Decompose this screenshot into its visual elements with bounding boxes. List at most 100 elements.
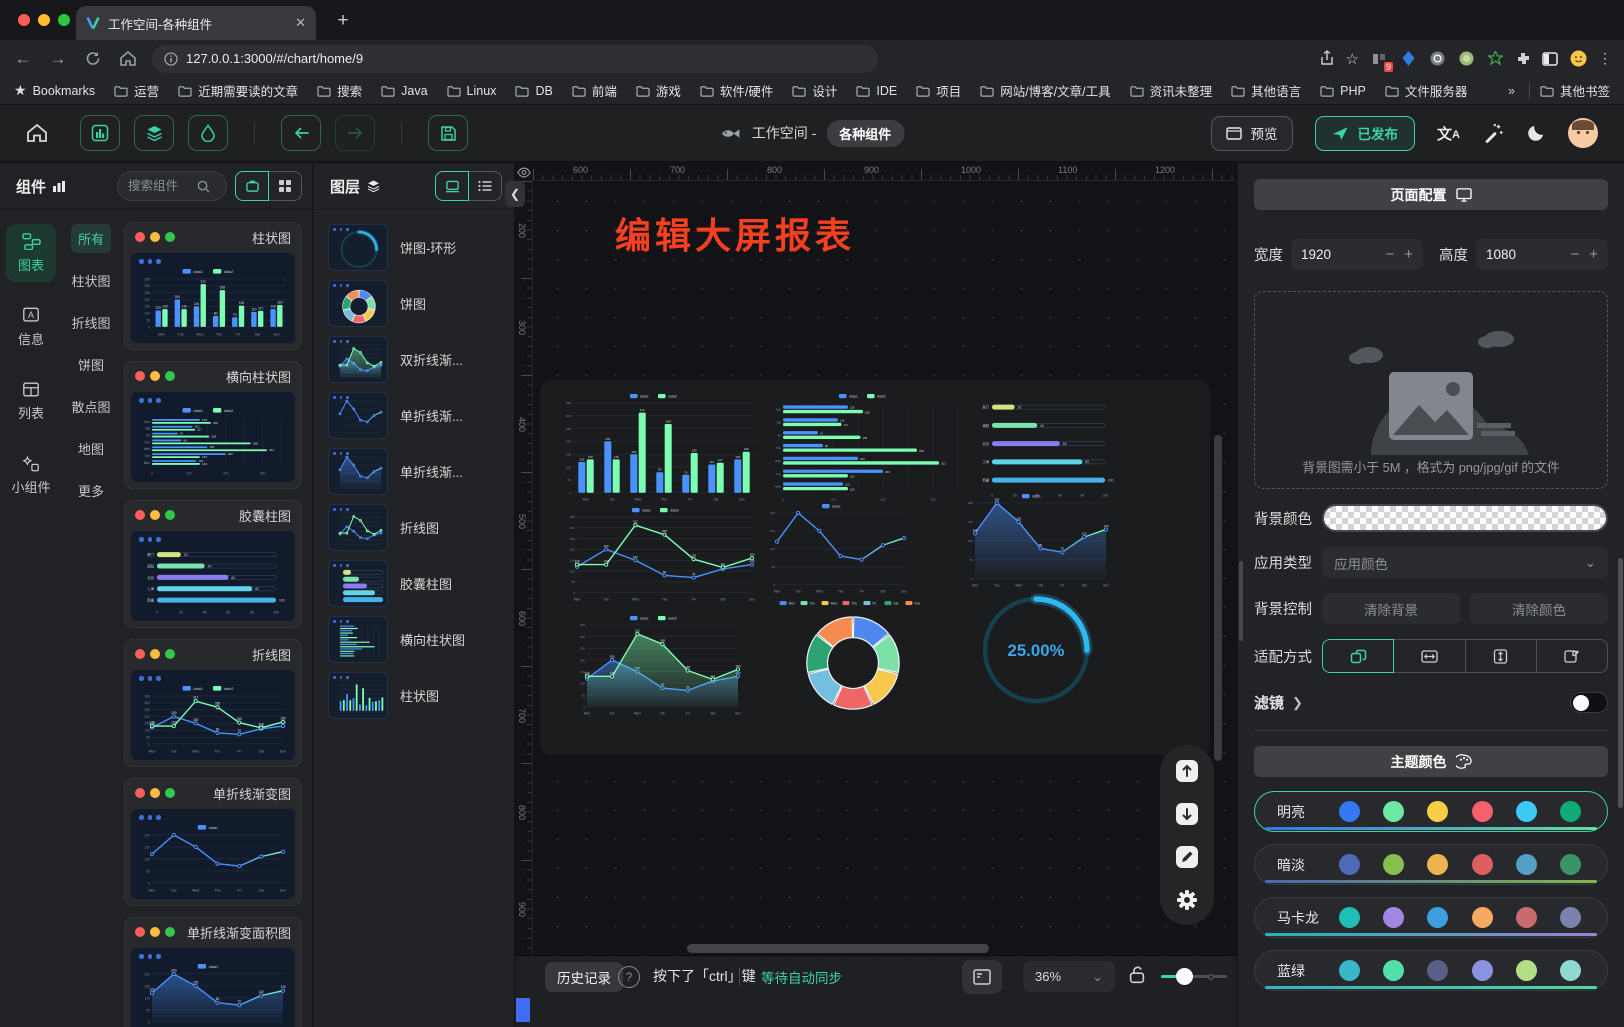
bookmark-folder[interactable]: 运营 (114, 81, 159, 100)
export-button[interactable] (1172, 756, 1202, 786)
horizontal-bar-chart-widget[interactable]: 0100200300Sun130160Sat110117Fri70155Thu8… (768, 392, 966, 502)
settings-gear-icon[interactable] (1172, 885, 1202, 915)
lock-zoom-icon[interactable] (1127, 964, 1147, 986)
component-card[interactable]: 单折线渐变面积图 0501001502001202001508070110130… (124, 917, 302, 1027)
category-all[interactable]: 所有 (71, 224, 111, 253)
category-line[interactable]: 折线图 (64, 308, 117, 337)
category-pie[interactable]: 饼图 (71, 350, 111, 379)
browser-menu-icon[interactable]: ⋮ (1598, 50, 1612, 67)
layer-item[interactable]: 柱状图 (328, 672, 500, 719)
bg-color-swatch[interactable] (1322, 504, 1608, 532)
toggle-components-panel-button[interactable] (80, 115, 120, 151)
bookmarks-overflow-icon[interactable]: » (1508, 84, 1515, 98)
bookmarks-root[interactable]: ★ Bookmarks (14, 82, 95, 99)
history-button[interactable]: 历史记录 (545, 962, 623, 992)
extension-icon[interactable]: 9 (1370, 50, 1388, 68)
preview-button[interactable]: 预览 (1211, 116, 1293, 151)
capsule-chart-widget[interactable]: 厦门20南阳40北京60上海80新疆100020406080100 (972, 394, 1118, 498)
close-window-button[interactable] (18, 14, 30, 26)
theme-row-bluegreen[interactable]: 蓝绿 (1254, 950, 1608, 991)
rail-item-widgets[interactable]: 小组件 (6, 446, 56, 504)
bookmark-folder[interactable]: 设计 (792, 81, 837, 100)
layer-item[interactable]: 单折线渐... (328, 392, 500, 439)
component-search[interactable] (117, 171, 227, 201)
category-scatter[interactable]: 散点图 (64, 392, 117, 421)
filter-toggle-switch[interactable] (1570, 692, 1608, 713)
big-screen-title-text[interactable]: 编辑大屏报表 (615, 207, 855, 259)
layer-item[interactable]: 双折线渐... (328, 336, 500, 383)
extension-icon[interactable] (1399, 50, 1417, 68)
single-view-button[interactable] (235, 171, 269, 201)
extension-icon[interactable] (1428, 50, 1446, 68)
clear-color-button[interactable]: 清除颜色 (1470, 593, 1608, 624)
fit-width-button[interactable] (1393, 639, 1465, 673)
site-info-icon[interactable] (164, 52, 178, 66)
rail-item-list[interactable]: 列表 (6, 372, 56, 430)
undo-button[interactable] (281, 115, 321, 151)
fit-height-button[interactable] (1465, 639, 1537, 673)
share-icon[interactable] (1319, 50, 1335, 67)
maximize-window-button[interactable] (58, 14, 70, 26)
canvas-horizontal-scrollbar[interactable] (687, 944, 989, 953)
eye-icon[interactable] (517, 167, 531, 178)
toggle-layers-panel-button[interactable] (134, 115, 174, 151)
width-stepper[interactable]: 1920−+ (1291, 239, 1423, 270)
category-more[interactable]: 更多 (71, 476, 111, 505)
redo-button[interactable] (335, 115, 375, 151)
bookmark-folder[interactable]: DB (515, 81, 552, 100)
save-button[interactable] (428, 115, 468, 151)
profile-avatar[interactable] (1569, 50, 1587, 68)
bookmark-folder[interactable]: Java (381, 81, 427, 100)
home-icon[interactable] (26, 123, 48, 143)
layer-item[interactable]: 饼图 (328, 280, 500, 327)
help-icon[interactable]: ? (618, 966, 640, 988)
bookmark-folder[interactable]: 文件服务器 (1385, 81, 1468, 100)
grid-view-button[interactable] (268, 171, 302, 201)
language-switch-icon[interactable]: 文A (1437, 123, 1460, 144)
toggle-detail-panel-button[interactable] (188, 115, 228, 151)
reload-icon[interactable] (82, 50, 104, 67)
canvas-vertical-scrollbar[interactable] (1214, 435, 1222, 761)
theme-row-macaron[interactable]: 马卡龙 (1254, 897, 1608, 938)
import-button[interactable] (1172, 799, 1202, 829)
bookmark-folder[interactable]: 网站/博客/文章/工具 (980, 81, 1110, 100)
browser-tab[interactable]: 工作空间-各种组件 ✕ (76, 6, 316, 40)
home-icon[interactable] (117, 50, 139, 67)
back-icon[interactable]: ← (12, 49, 34, 69)
gradient-line-chart-widget[interactable]: 050100150200MonTueWedThuFriSatSundata1 (762, 502, 910, 594)
layer-item[interactable]: 单折线渐... (328, 448, 500, 495)
bar-chart-widget[interactable]: 0501001502002503003501202001508070110130… (558, 392, 758, 502)
zoom-select[interactable]: 36%⌄ (1023, 961, 1115, 992)
layer-item[interactable]: 折线图 (328, 504, 500, 551)
dashboard-board[interactable]: 0501001502002503003501202001508070110130… (540, 380, 1210, 755)
height-plus-button[interactable]: + (1589, 246, 1598, 263)
thumbnail-view-button[interactable] (435, 171, 469, 201)
rail-item-info[interactable]: A 信息 (6, 298, 56, 356)
progress-ring-widget[interactable]: 25.00% (978, 592, 1094, 708)
zoom-slider[interactable] (1161, 975, 1227, 978)
magic-wand-icon[interactable] (1482, 122, 1504, 144)
address-bar[interactable]: 127.0.0.1:3000/#/chart/home/9 (152, 45, 878, 73)
search-input[interactable] (128, 179, 192, 193)
bookmark-folder[interactable]: 前端 (572, 81, 617, 100)
component-card[interactable]: 胶囊柱图 厦门20南阳40北京60上海80新疆100020406080100 (124, 500, 302, 628)
component-card[interactable]: 折线图 050100150200250300350120200150807011… (124, 639, 302, 767)
extension-icon[interactable] (1486, 50, 1504, 68)
config-scrollbar[interactable] (1618, 558, 1623, 808)
fit-stretch-button[interactable] (1536, 639, 1608, 673)
bookmark-folder[interactable]: 软件/硬件 (700, 81, 773, 100)
fit-scale-button[interactable] (1322, 639, 1394, 673)
bookmark-folder[interactable]: 搜索 (317, 81, 362, 100)
height-stepper[interactable]: 1080−+ (1476, 239, 1608, 270)
bookmark-folder[interactable]: 资讯未整理 (1130, 81, 1213, 100)
bookmark-folder[interactable]: 其他语言 (1231, 81, 1301, 100)
theme-row-dim[interactable]: 暗淡 (1254, 844, 1608, 885)
collapse-layers-icon[interactable]: ❮ (505, 181, 525, 207)
layer-item[interactable]: 饼图-环形 (328, 224, 500, 271)
edit-button[interactable] (1172, 842, 1202, 872)
rail-item-charts[interactable]: 图表 (6, 224, 56, 282)
tab-close-icon[interactable]: ✕ (295, 15, 306, 31)
other-bookmarks[interactable]: 其他书签 (1540, 81, 1610, 100)
background-upload-dropzone[interactable]: 背景图需小于 5M ，格式为 png/jpg/gif 的文件 (1254, 291, 1608, 489)
bookmark-folder[interactable]: Linux (447, 81, 497, 100)
